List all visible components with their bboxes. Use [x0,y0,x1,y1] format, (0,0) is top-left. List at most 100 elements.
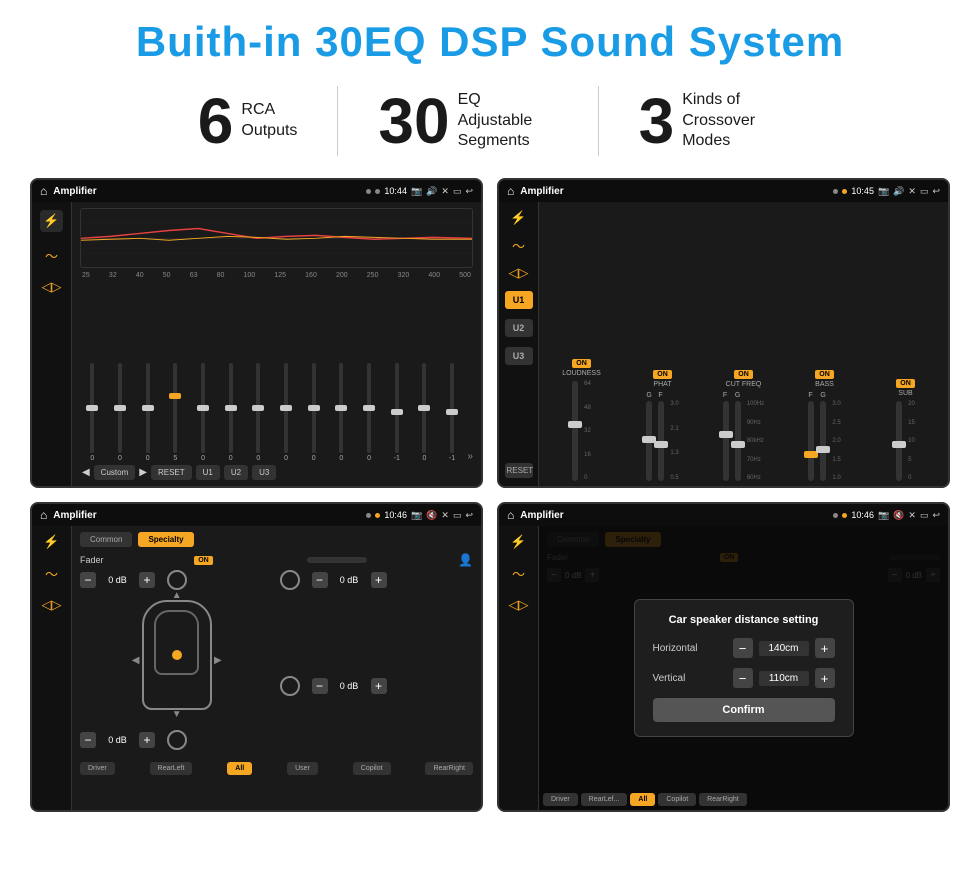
dialog-wave-icon[interactable]: 〜 [512,564,525,583]
stat-crossover-number: 3 [639,89,675,153]
eq-prev-arrow[interactable]: ◀ [82,467,90,478]
eq-reset-btn[interactable]: RESET [151,465,192,480]
btn-rear-right[interactable]: RearRight [425,762,473,775]
tab-common[interactable]: Common [80,532,132,547]
arrow-up: ▲ [172,590,182,601]
dot-6 [375,513,380,518]
eq-u1-btn[interactable]: U1 [196,465,220,480]
arrow-right: ▶ [214,655,222,666]
btn-copilot[interactable]: Copilot [353,762,391,775]
home-icon-1[interactable]: ⌂ [40,184,47,198]
tab-specialty[interactable]: Specialty [138,532,193,547]
horizontal-minus-btn[interactable]: − [733,638,753,658]
bass-on-badge: ON [815,370,834,379]
stat-eq-number: 30 [378,89,449,153]
fader-sidebar: ⚡ 〜 ◁▷ [32,526,72,810]
vertical-plus-btn[interactable]: + [815,668,835,688]
fader-plus-1[interactable]: + [139,572,155,588]
stat-rca: 6 RCA Outputs [158,89,338,153]
horizontal-plus-btn[interactable]: + [815,638,835,658]
back-icon-3[interactable]: ↩ [465,510,473,521]
eq-slider-3: 0 [135,363,160,462]
mixer-u3-btn[interactable]: U3 [505,347,533,365]
dialog-btn-driver[interactable]: Driver [543,793,578,806]
fader-user-icon[interactable]: 👤 [458,553,473,567]
dialog-btn-copilot[interactable]: Copilot [658,793,696,806]
phat-fader-f[interactable] [658,401,664,481]
mixer-vol-icon[interactable]: ◁▷ [509,265,529,281]
status-icons-1: 10:44 📷 🔊 ✕ ▭ ↩ [366,186,473,197]
eq-slider-6: 0 [218,363,243,462]
home-icon-3[interactable]: ⌂ [40,508,47,522]
dialog-btn-rearleft[interactable]: RearLef... [581,793,628,806]
eq-wave-icon[interactable]: 〜 [45,246,58,265]
fader-minus-1[interactable]: − [80,572,96,588]
mixer-ch-loudness: ON LOUDNESS 64 48 32 16 [544,359,619,481]
eq-vol-icon[interactable]: ◁▷ [42,279,62,295]
eq-custom-btn[interactable]: Custom [94,465,136,480]
fader-eq-icon[interactable]: ⚡ [43,534,59,550]
screen2-time: 10:45 [851,186,874,196]
fader-plus-3[interactable]: + [371,572,387,588]
vertical-value: 110cm [759,671,809,686]
dialog-stepper-vertical: − 110cm + [733,668,835,688]
cutfreq-fader-g[interactable] [735,401,741,481]
sub-fader[interactable] [896,401,902,481]
confirm-button[interactable]: Confirm [653,698,835,722]
btn-rear-left[interactable]: RearLeft [150,762,193,775]
cutfreq-fader-f[interactable] [723,401,729,481]
mixer-wave-icon[interactable]: 〜 [512,236,525,255]
fader-val-2: 0 dB [100,735,135,745]
dialog-btn-all[interactable]: All [630,793,655,806]
fader-val-1: 0 dB [100,575,135,585]
mixer-reset-btn[interactable]: RESET [505,463,533,478]
phat-fader-g[interactable] [646,401,652,481]
back-icon-4[interactable]: ↩ [932,510,940,521]
dot-8 [842,513,847,518]
dialog-btn-rearright[interactable]: RearRight [699,793,747,806]
bass-fader-g[interactable] [820,401,826,481]
btn-user[interactable]: User [287,762,318,775]
btn-all[interactable]: All [227,762,252,775]
fader-plus-4[interactable]: + [371,678,387,694]
fader-label-row: Fader ON 👤 [80,553,473,567]
close-icon-1: ✕ [441,186,449,197]
eq-u2-btn[interactable]: U2 [224,465,248,480]
fader-minus-3[interactable]: − [312,572,328,588]
bass-label: BASS [815,381,834,388]
mixer-u1-btn[interactable]: U1 [505,291,533,309]
screen3-time: 10:46 [384,510,407,520]
fader-plus-2[interactable]: + [139,732,155,748]
fader-minus-2[interactable]: − [80,732,96,748]
back-icon-2[interactable]: ↩ [932,186,940,197]
loudness-fader[interactable] [572,381,578,481]
bass-fader-f[interactable] [808,401,814,481]
eq-graph-svg [81,209,472,268]
eq-next-arrow[interactable]: ▶ [139,467,147,478]
vertical-minus-btn[interactable]: − [733,668,753,688]
home-icon-4[interactable]: ⌂ [507,508,514,522]
eq-u3-btn[interactable]: U3 [252,465,276,480]
dialog-eq-icon[interactable]: ⚡ [510,534,526,550]
back-icon-1[interactable]: ↩ [465,186,473,197]
btn-driver[interactable]: Driver [80,762,115,775]
mixer-eq-icon[interactable]: ⚡ [510,210,526,226]
dialog-vol-icon[interactable]: ◁▷ [509,597,529,613]
fader-vol-icon[interactable]: ◁▷ [42,597,62,613]
fader-minus-4[interactable]: − [312,678,328,694]
fader-wave-icon[interactable]: 〜 [45,564,58,583]
sub-on-badge: ON [896,379,915,388]
dot-5 [366,513,371,518]
minimize-icon-1: ▭ [453,186,462,197]
mixer-u2-btn[interactable]: U2 [505,319,533,337]
home-icon-2[interactable]: ⌂ [507,184,514,198]
dialog-overlay: Car speaker distance setting Horizontal … [539,526,948,810]
bass-scale: 3.0 2.5 2.0 1.5 1.0 [832,401,840,481]
fader-slider-mini[interactable] [307,557,367,563]
screens-grid: ⌂ Amplifier 10:44 📷 🔊 ✕ ▭ ↩ ⚡ 〜 ◁▷ [30,178,950,812]
eq-filter-icon[interactable]: ⚡ [40,210,62,232]
phat-on-badge: ON [653,370,672,379]
stat-rca-label: RCA Outputs [241,100,297,142]
fader-label: Fader [80,555,104,565]
screen3-title: Amplifier [53,510,360,521]
